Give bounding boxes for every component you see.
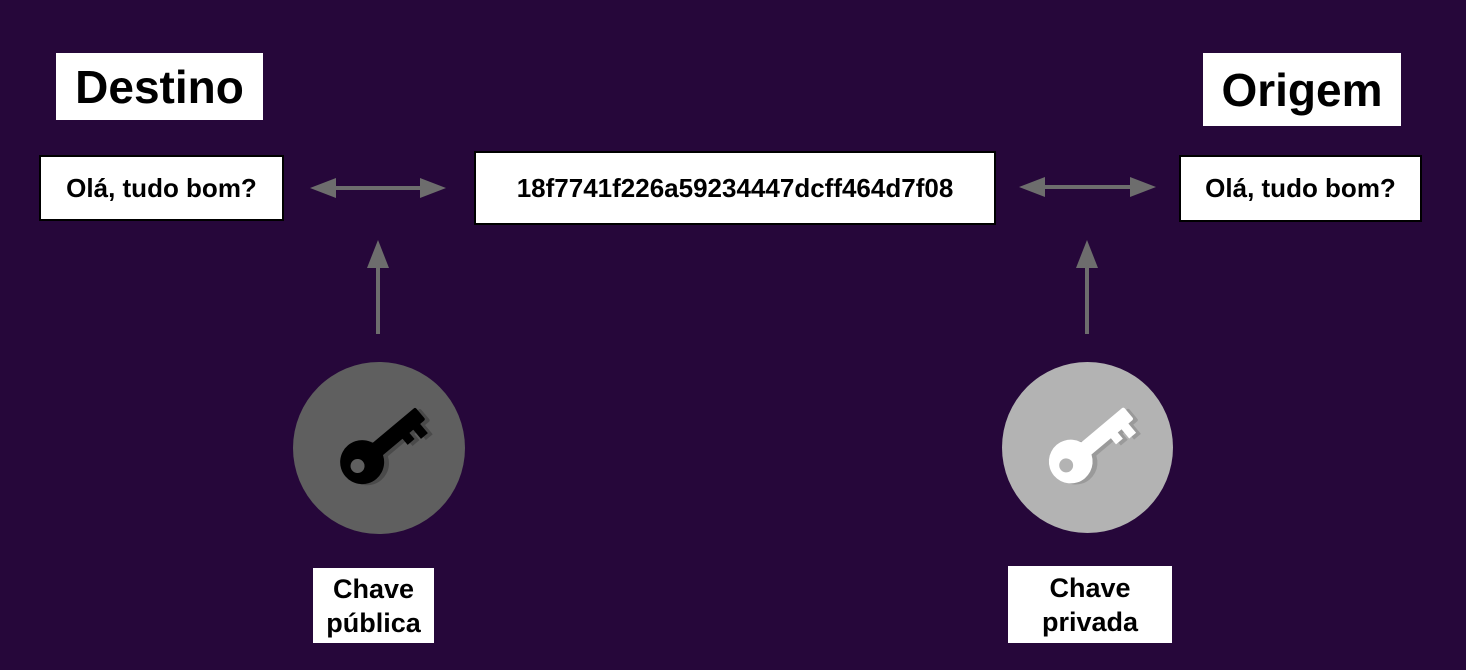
public-key-label: Chave pública [313,568,434,643]
private-key-label: Chave privada [1008,566,1172,643]
private-key-label-line1: Chave [1049,572,1131,603]
public-key-circle [293,362,465,534]
double-arrow-left [310,178,446,198]
public-key-label-line1: Chave [332,573,415,604]
public-key-label-line2: pública [326,607,421,638]
private-key-label-line2: privada [1041,606,1139,637]
key-icon [1048,407,1141,485]
private-key-circle [1002,362,1173,533]
up-arrow-private-key [1076,240,1098,334]
up-arrow-public-key [367,240,389,334]
connector-arrows [310,177,1156,334]
key-icon [340,407,433,486]
double-arrow-right [1019,177,1156,197]
